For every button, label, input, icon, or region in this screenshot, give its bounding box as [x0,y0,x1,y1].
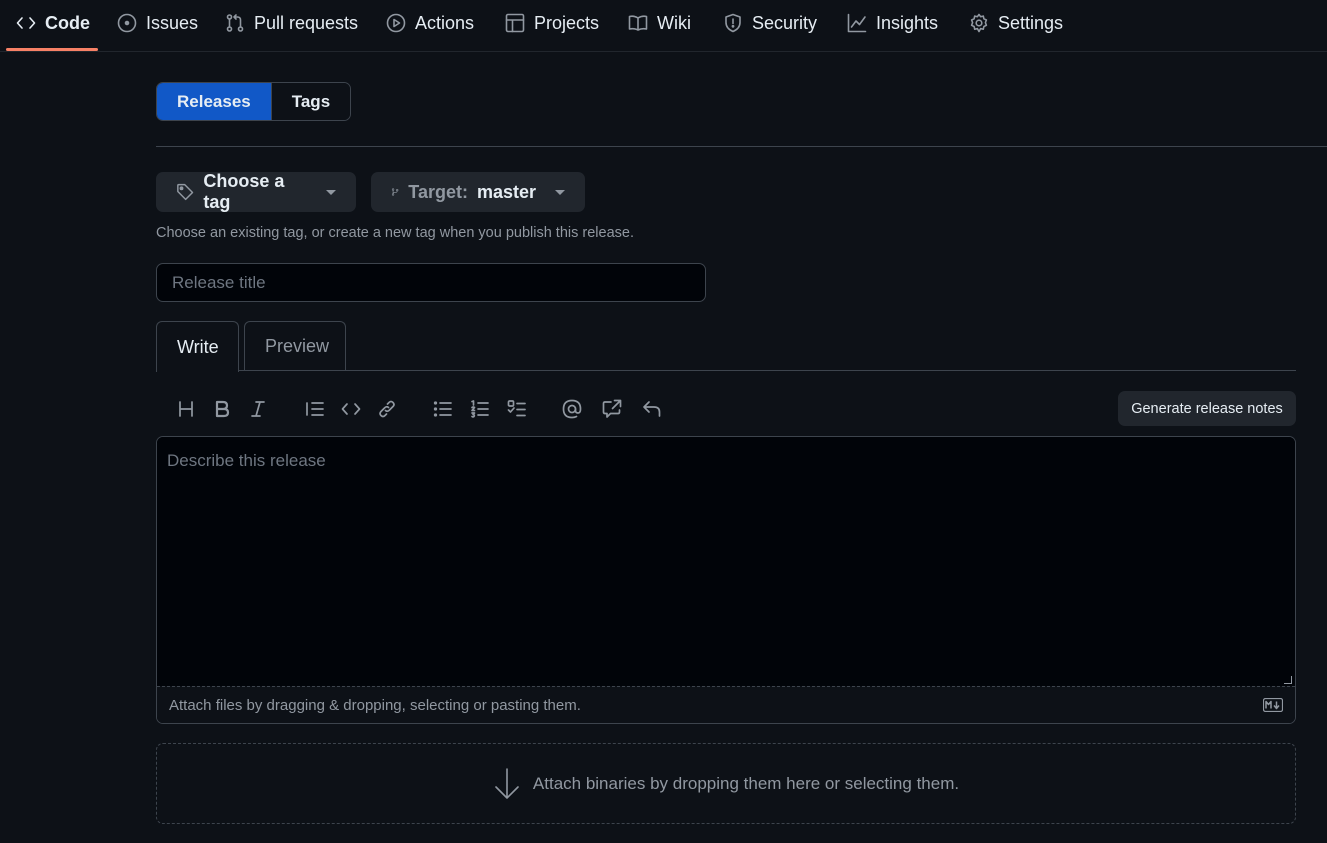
tags-button[interactable]: Tags [270,83,351,120]
tab-projects[interactable]: Projects [505,0,599,46]
release-body-textarea[interactable] [157,437,1295,686]
graph-icon [847,13,867,33]
chevron-down-icon [555,189,565,195]
selected-tab-underline [6,48,98,51]
quote-button[interactable] [302,396,328,422]
tab-settings[interactable]: Settings [969,0,1063,46]
tab-preview[interactable]: Preview [244,321,346,371]
play-icon [386,13,406,33]
bold-icon [215,400,230,418]
tag-icon [177,183,194,201]
table-icon [505,13,525,33]
link-icon [379,400,395,418]
gear-icon [970,13,988,33]
tab-projects-label: Projects [534,12,600,33]
chevron-down-icon [326,189,336,195]
tab-issues-label: Issues [146,12,199,33]
tab-pull-requests[interactable]: Pull requests [225,0,358,46]
tab-code[interactable]: Code [16,0,90,46]
book-icon [628,15,648,31]
git-pull-request-icon [226,14,244,32]
code-icon [341,403,361,415]
repo-nav: Code Issues Pull requests Actions Projec… [0,0,1327,52]
tasklist-button[interactable] [504,396,530,422]
arrow-down-icon [495,767,519,799]
tab-security-label: Security [752,12,818,33]
tab-code-label: Code [45,12,90,33]
tab-insights-label: Insights [876,12,939,33]
unordered-list-button[interactable] [430,396,456,422]
resize-handle[interactable] [1284,676,1292,684]
git-branch-icon [391,188,399,196]
code-icon [16,17,36,29]
issue-opened-icon [117,13,137,33]
shield-icon [725,13,741,33]
ordered-list-button[interactable] [467,396,493,422]
tabs-divider [156,370,1296,371]
release-title-input[interactable] [156,263,706,302]
code-button[interactable] [338,396,364,422]
unordered-list-icon [433,401,452,417]
heading-icon [179,401,193,417]
choose-tag-label: Choose a tag [203,171,285,212]
tab-wiki[interactable]: Wiki [628,0,691,46]
mention-button[interactable] [559,396,585,422]
undo-button[interactable] [639,396,665,422]
mention-icon [562,399,582,419]
generate-release-notes-button[interactable]: Generate release notes [1118,391,1296,426]
ordered-list-icon [471,400,489,418]
bold-button[interactable] [209,396,235,422]
cross-reference-icon [602,399,622,418]
target-prefix: Target: [408,181,468,202]
binaries-dropzone[interactable]: Attach binaries by dropping them here or… [156,743,1296,824]
markdown-icon [1263,698,1283,712]
heading-button[interactable] [173,396,199,422]
target-branch-button[interactable]: Target: master [371,172,585,212]
tasklist-icon [507,400,526,417]
attach-files-text: Attach files by dragging & dropping, sel… [169,697,581,714]
italic-button[interactable] [245,396,271,422]
italic-icon [251,401,265,417]
reply-icon [643,401,661,417]
target-branch-name: master [476,181,536,202]
release-body-editor: Attach files by dragging & dropping, sel… [156,436,1296,724]
tab-wiki-label: Wiki [657,12,691,33]
tab-insights[interactable]: Insights [847,0,938,46]
binaries-dropzone-text: Attach binaries by dropping them here or… [532,773,960,793]
tab-settings-label: Settings [998,12,1064,33]
tag-hint-text: Choose an existing tag, or create a new … [156,225,634,241]
tab-actions[interactable]: Actions [386,0,474,46]
cross-reference-button[interactable] [599,396,625,422]
tab-pull-requests-label: Pull requests [254,12,359,33]
choose-tag-button[interactable]: Choose a tag [156,171,356,212]
tab-issues[interactable]: Issues [117,0,198,46]
quote-icon [306,402,324,416]
tab-write[interactable]: Write [156,321,239,372]
divider [156,146,1327,147]
link-button[interactable] [374,396,400,422]
tab-actions-label: Actions [415,12,475,33]
attach-files-bar[interactable]: Attach files by dragging & dropping, sel… [157,686,1295,723]
releases-tags-switch: Releases Tags [156,82,352,121]
releases-button[interactable]: Releases [157,83,271,120]
tab-security[interactable]: Security [723,0,817,46]
